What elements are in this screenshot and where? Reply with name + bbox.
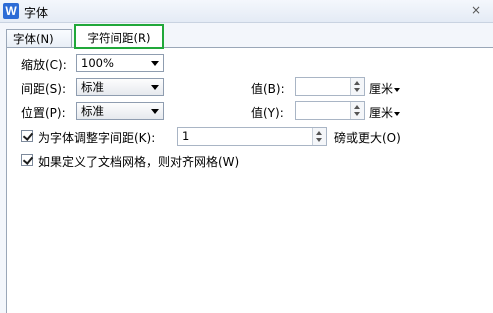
caret-down-icon: [394, 87, 401, 92]
scale-select[interactable]: 100%: [76, 54, 164, 72]
tab-font[interactable]: 字体(N): [6, 29, 72, 48]
position-amount-input[interactable]: [295, 101, 365, 120]
position-value: 标准: [81, 104, 104, 118]
position-select[interactable]: 标准: [76, 102, 164, 120]
spacing-amount-input[interactable]: [295, 77, 365, 96]
position-unit: 厘米: [369, 106, 394, 120]
spin-down-icon[interactable]: [354, 88, 360, 92]
spin-up-icon[interactable]: [354, 81, 360, 85]
position-value-label: 值(Y):: [251, 106, 284, 120]
spin-down-icon[interactable]: [316, 138, 322, 142]
wps-app-icon: W: [3, 3, 19, 19]
title-bar: W 字体 ×: [0, 0, 493, 23]
spacing-value: 标准: [81, 80, 104, 94]
spacing-select[interactable]: 标准: [76, 78, 164, 96]
spin-up-icon[interactable]: [354, 105, 360, 109]
dialog-title: 字体: [24, 6, 49, 20]
spacing-unit: 厘米: [369, 82, 394, 96]
kerning-checkbox[interactable]: [21, 130, 34, 142]
kerning-value: 1: [182, 129, 190, 143]
scale-label: 缩放(C):: [21, 58, 67, 72]
caret-down-icon: [394, 111, 401, 116]
spacing-label: 间距(S):: [21, 82, 67, 96]
spin-down-icon[interactable]: [354, 112, 360, 116]
close-icon[interactable]: ×: [467, 2, 485, 20]
grid-checkbox[interactable]: [21, 154, 34, 166]
position-spinner[interactable]: [350, 102, 364, 119]
kerning-spinner[interactable]: [312, 128, 326, 145]
chevron-down-icon: [151, 109, 159, 114]
spin-up-icon[interactable]: [316, 131, 322, 135]
kerning-label: 为字体调整字间距(K):: [38, 131, 156, 145]
spacing-unit-dropdown[interactable]: 厘米: [369, 80, 401, 97]
kerning-input[interactable]: 1: [177, 127, 327, 146]
scale-value: 100%: [81, 56, 114, 70]
spacing-spinner[interactable]: [350, 78, 364, 95]
grid-label: 如果定义了文档网格，则对齐网格(W): [38, 155, 240, 169]
chevron-down-icon: [151, 61, 159, 66]
font-dialog: W 字体 × 字体(N) 字符间距(R) 缩放(C): 100% 间距(S): …: [0, 0, 493, 313]
chevron-down-icon: [151, 85, 159, 90]
kerning-suffix: 磅或更大(O): [334, 131, 401, 145]
position-label: 位置(P):: [21, 106, 66, 120]
position-unit-dropdown[interactable]: 厘米: [369, 104, 401, 121]
checkmark-icon: [22, 130, 34, 141]
tab-character-spacing[interactable]: 字符间距(R): [74, 24, 164, 49]
checkmark-icon: [22, 154, 34, 165]
spacing-value-label: 值(B):: [251, 82, 285, 96]
